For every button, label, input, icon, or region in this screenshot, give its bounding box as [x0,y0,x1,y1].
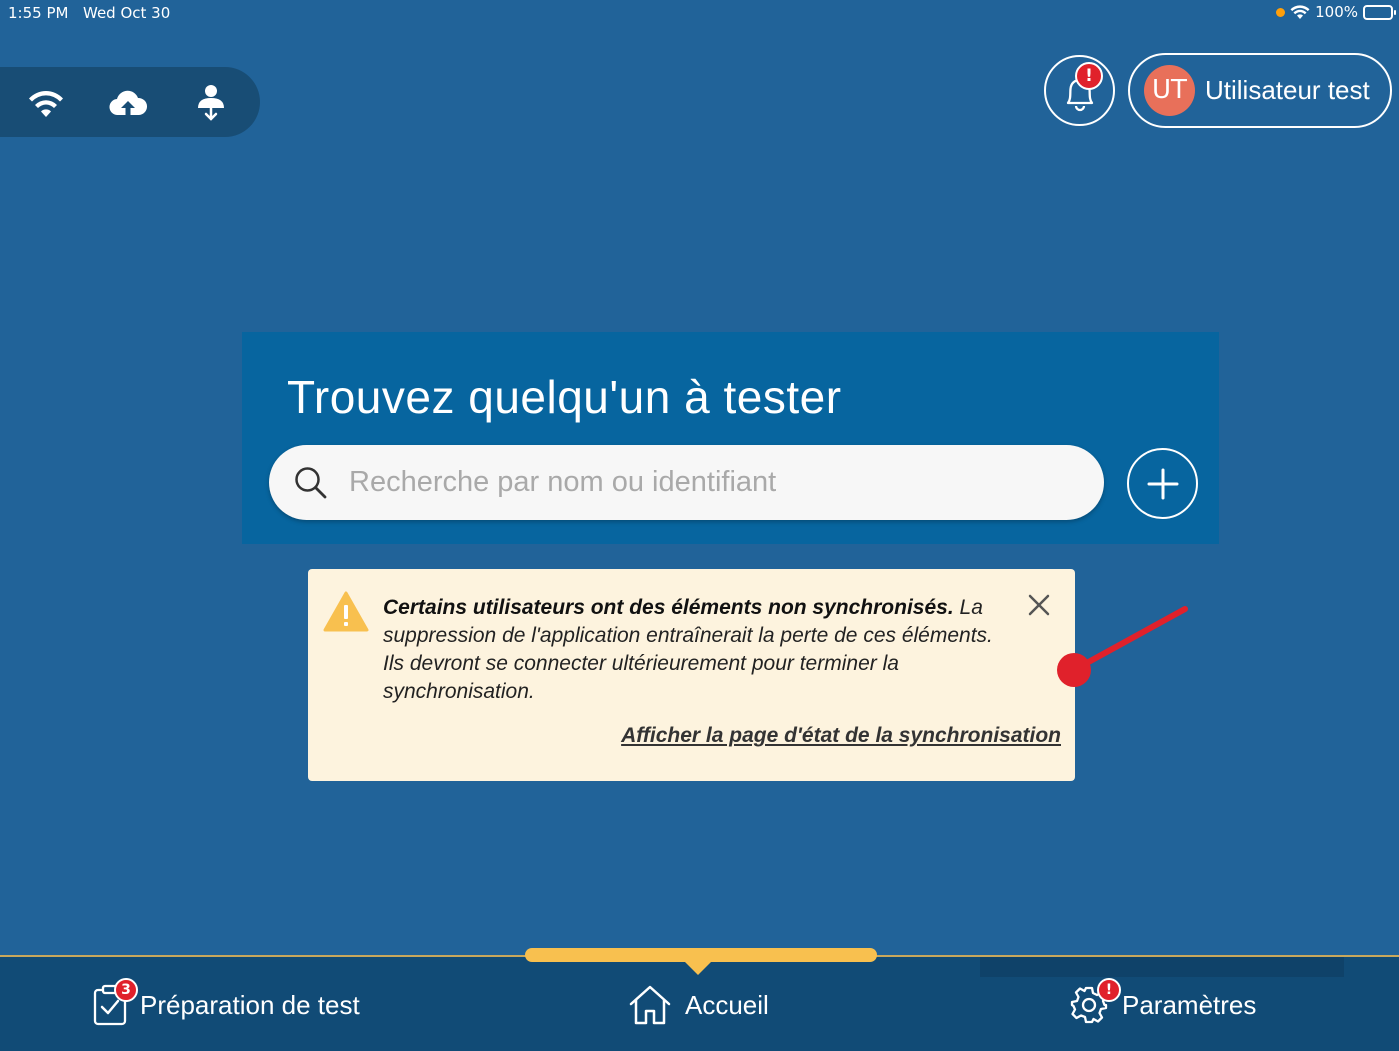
active-tab-notch [683,960,713,975]
battery-percent: 100% [1315,3,1358,21]
tab-badge-alert: ! [1097,978,1121,1002]
search-title: Trouvez quelqu'un à tester [287,371,842,423]
status-indicators: 100% [1276,3,1396,21]
sync-warning-banner: Certains utilisateurs ont des éléments n… [308,569,1075,781]
search-input[interactable] [349,455,1069,510]
warning-icon [323,591,369,632]
tab-badge-count: 3 [114,978,138,1002]
recording-dot-icon [1276,7,1286,17]
status-date: Wed Oct 30 [83,4,171,22]
connection-status-bar [0,67,260,137]
search-field[interactable] [269,445,1104,520]
status-wifi-icon [1290,4,1310,19]
status-time: 1:55 PM [8,4,69,22]
battery-icon [1363,4,1396,20]
avatar: UT [1144,65,1195,116]
user-profile-button[interactable]: UT Utilisateur test [1128,53,1392,128]
close-icon[interactable] [1025,591,1053,619]
search-icon [295,467,327,499]
tab-label: Paramètres [1122,989,1257,1020]
tab-label: Préparation de test [140,989,360,1020]
wifi-icon[interactable] [26,84,66,124]
add-person-button[interactable] [1127,448,1198,519]
tab-bar-strip [980,957,1344,977]
sync-status-link[interactable]: Afficher la page d'état de la synchronis… [621,724,1061,748]
plus-icon [1147,468,1179,500]
user-name: Utilisateur test [1205,75,1370,105]
warning-message: Certains utilisateurs ont des éléments n… [383,594,1003,706]
notification-badge: ! [1075,62,1103,90]
search-card: Trouvez quelqu'un à tester [242,332,1219,544]
cloud-upload-icon[interactable] [108,84,148,124]
home-icon [629,985,671,1025]
warning-title: Certains utilisateurs ont des éléments n… [383,596,954,619]
tab-label: Accueil [685,989,769,1020]
status-bar: 1:55 PM Wed Oct 30 100% [0,0,1399,26]
user-sync-icon[interactable] [191,84,231,124]
tab-home[interactable]: Accueil [628,975,769,1035]
annotation-pointer-icon [1057,606,1188,687]
